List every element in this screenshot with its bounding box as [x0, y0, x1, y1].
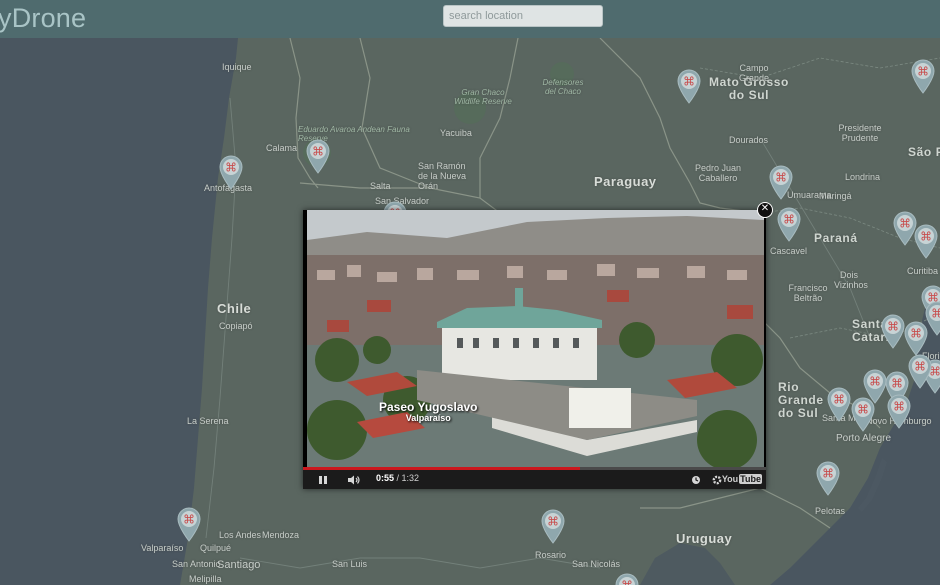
youtube-logo-you: You — [721, 474, 739, 484]
time-total: / 1:32 — [396, 473, 420, 483]
caption-subtitle: Valparaíso — [405, 413, 451, 423]
youtube-logo[interactable]: You Tube — [722, 474, 762, 484]
video-frame-image — [307, 210, 764, 469]
video-caption: Paseo Yugoslavo Valparaíso — [379, 400, 478, 423]
video-frame[interactable]: Paseo Yugoslavo Valparaíso — [307, 210, 764, 469]
watch-later-icon[interactable] — [689, 470, 703, 489]
close-icon[interactable]: ✕ — [757, 202, 773, 218]
time-display: 0:55 / 1:32 — [376, 473, 419, 483]
caption-title: Paseo Yugoslavo — [379, 400, 478, 414]
search-location-input[interactable] — [443, 5, 603, 27]
app-logo[interactable]: yDrone — [0, 3, 86, 34]
video-player[interactable]: Paseo Yugoslavo Valparaíso 0:55 / 1:32 Y… — [303, 210, 766, 489]
volume-icon[interactable] — [345, 470, 363, 489]
pause-icon[interactable] — [315, 470, 331, 489]
player-controls: 0:55 / 1:32 You Tube — [303, 470, 766, 489]
time-current: 0:55 — [376, 473, 395, 483]
top-bar: yDrone — [0, 0, 940, 38]
youtube-logo-tube: Tube — [739, 474, 762, 484]
